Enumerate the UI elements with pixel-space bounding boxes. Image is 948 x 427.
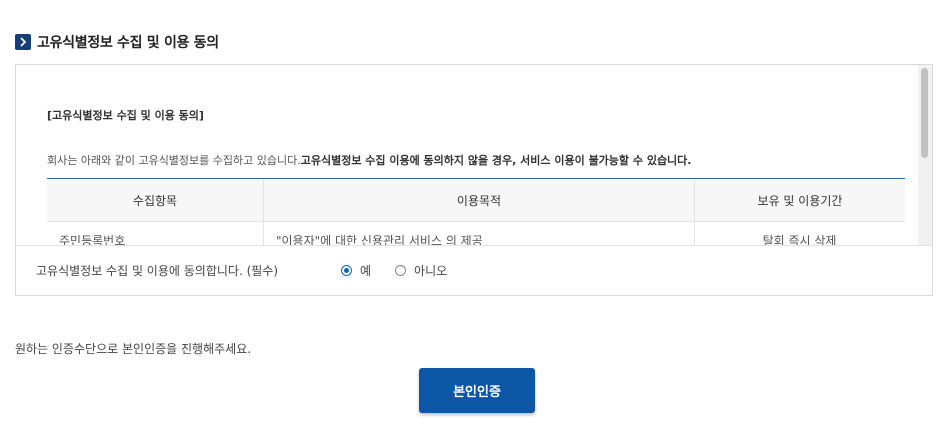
cell-period: 탈회 즉시 삭제 bbox=[694, 221, 905, 245]
terms-description: 회사는 아래와 같이 고유식별정보를 수집하고 있습니다.고유식별정보 수집 이… bbox=[47, 152, 691, 168]
consent-yes-radio[interactable]: 예 bbox=[341, 262, 371, 279]
consent-yes-label: 예 bbox=[360, 264, 372, 278]
terms-scroll-area[interactable]: [고유식별정보 수집 및 이용 동의] 회사는 아래와 같이 고유식별정보를 수… bbox=[16, 65, 932, 245]
consent-label: 고유식별정보 수집 및 이용에 동의합니다. (필수) bbox=[36, 264, 279, 278]
consent-box: [고유식별정보 수집 및 이용 동의] 회사는 아래와 같이 고유식별정보를 수… bbox=[15, 64, 933, 296]
scrollbar[interactable] bbox=[918, 65, 932, 245]
column-header: 이용목적 bbox=[263, 178, 695, 222]
radio-checked-icon[interactable] bbox=[341, 265, 352, 276]
consent-row: 고유식별정보 수집 및 이용에 동의합니다. (필수) 예 아니오 bbox=[16, 245, 932, 295]
radio-unchecked-icon[interactable] bbox=[395, 265, 407, 276]
consent-no-radio[interactable]: 아니오 bbox=[395, 262, 447, 279]
column-header: 수집항목 bbox=[47, 178, 264, 222]
terms-heading: [고유식별정보 수집 및 이용 동의] bbox=[47, 109, 204, 122]
cell-item: 주민등록번호 bbox=[59, 233, 126, 246]
chevron-right-icon bbox=[15, 34, 31, 50]
consent-no-label: 아니오 bbox=[414, 264, 448, 278]
cell-purpose: "이용자"에 대한 신용관리 서비스 의 제공 bbox=[263, 221, 695, 245]
section-title: 고유식별정보 수집 및 이용 동의 bbox=[37, 35, 219, 51]
terms-table: 수집항목 이용목적 보유 및 이용기간 주민등록번호 "이용자"에 대한 신용관… bbox=[47, 178, 905, 245]
terms-desc-bold: 고유식별정보 수집 이용에 동의하지 않을 경우, 서비스 이용이 불가능할 수… bbox=[300, 154, 692, 167]
scrollbar-thumb[interactable] bbox=[921, 68, 928, 158]
section-header: 고유식별정보 수집 및 이용 동의 bbox=[15, 32, 219, 52]
guide-text: 원하는 인증수단으로 본인인증을 진행해주세요. bbox=[15, 342, 252, 356]
identity-verify-button[interactable]: 본인인증 bbox=[419, 368, 535, 413]
terms-desc-normal: 회사는 아래와 같이 고유식별정보를 수집하고 있습니다. bbox=[47, 154, 301, 167]
table-row: 주민등록번호 "이용자"에 대한 신용관리 서비스 의 제공 탈회 즉시 삭제 bbox=[47, 221, 905, 246]
column-header: 보유 및 이용기간 bbox=[694, 178, 905, 222]
